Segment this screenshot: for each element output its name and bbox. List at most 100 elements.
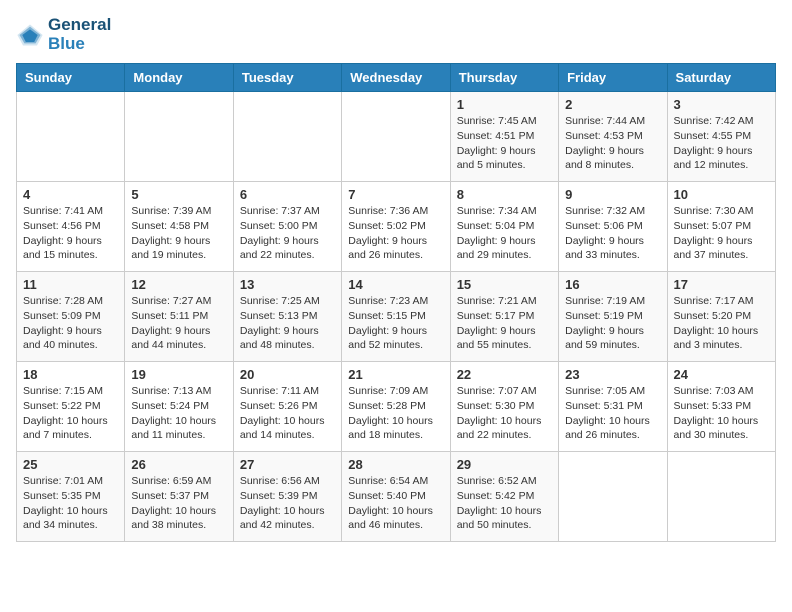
day-number: 6 <box>240 187 335 202</box>
day-info: Sunrise: 7:36 AM Sunset: 5:02 PM Dayligh… <box>348 204 443 263</box>
day-info: Sunrise: 7:45 AM Sunset: 4:51 PM Dayligh… <box>457 114 552 173</box>
calendar-header-row: SundayMondayTuesdayWednesdayThursdayFrid… <box>17 64 776 92</box>
day-info: Sunrise: 6:54 AM Sunset: 5:40 PM Dayligh… <box>348 474 443 533</box>
day-info: Sunrise: 7:42 AM Sunset: 4:55 PM Dayligh… <box>674 114 769 173</box>
day-number: 19 <box>131 367 226 382</box>
calendar-cell <box>233 92 341 182</box>
day-info: Sunrise: 7:01 AM Sunset: 5:35 PM Dayligh… <box>23 474 118 533</box>
day-number: 28 <box>348 457 443 472</box>
day-info: Sunrise: 7:09 AM Sunset: 5:28 PM Dayligh… <box>348 384 443 443</box>
week-row-3: 11Sunrise: 7:28 AM Sunset: 5:09 PM Dayli… <box>17 272 776 362</box>
day-number: 5 <box>131 187 226 202</box>
day-info: Sunrise: 7:15 AM Sunset: 5:22 PM Dayligh… <box>23 384 118 443</box>
calendar-cell <box>17 92 125 182</box>
day-number: 26 <box>131 457 226 472</box>
day-number: 29 <box>457 457 552 472</box>
calendar-table: SundayMondayTuesdayWednesdayThursdayFrid… <box>16 63 776 542</box>
calendar-cell: 12 Sunrise: 7:27 AM Sunset: 5:11 PM Dayli… <box>125 272 233 362</box>
calendar-cell: 25 Sunrise: 7:01 AM Sunset: 5:35 PM Dayli… <box>17 452 125 542</box>
day-number: 12 <box>131 277 226 292</box>
day-number: 11 <box>23 277 118 292</box>
day-info: Sunrise: 7:07 AM Sunset: 5:30 PM Dayligh… <box>457 384 552 443</box>
day-info: Sunrise: 7:30 AM Sunset: 5:07 PM Dayligh… <box>674 204 769 263</box>
calendar-cell: 21 Sunrise: 7:09 AM Sunset: 5:28 PM Dayli… <box>342 362 450 452</box>
calendar-cell: 8Sunrise: 7:34 AM Sunset: 5:04 PM Daylig… <box>450 182 558 272</box>
day-info: Sunrise: 7:39 AM Sunset: 4:58 PM Dayligh… <box>131 204 226 263</box>
day-info: Sunrise: 7:13 AM Sunset: 5:24 PM Dayligh… <box>131 384 226 443</box>
calendar-cell: 20 Sunrise: 7:11 AM Sunset: 5:26 PM Dayli… <box>233 362 341 452</box>
day-number: 14 <box>348 277 443 292</box>
day-number: 16 <box>565 277 660 292</box>
day-info: Sunrise: 7:27 AM Sunset: 5:11 PM Dayligh… <box>131 294 226 353</box>
day-info: Sunrise: 7:19 AM Sunset: 5:19 PM Dayligh… <box>565 294 660 353</box>
day-number: 15 <box>457 277 552 292</box>
calendar-cell <box>125 92 233 182</box>
day-number: 3 <box>674 97 769 112</box>
calendar-cell: 3 Sunrise: 7:42 AM Sunset: 4:55 PM Daylig… <box>667 92 775 182</box>
calendar-cell: 1 Sunrise: 7:45 AM Sunset: 4:51 PM Daylig… <box>450 92 558 182</box>
calendar-cell: 7 Sunrise: 7:36 AM Sunset: 5:02 PM Daylig… <box>342 182 450 272</box>
calendar-cell: 10 Sunrise: 7:30 AM Sunset: 5:07 PM Dayli… <box>667 182 775 272</box>
header-sunday: Sunday <box>17 64 125 92</box>
day-number: 24 <box>674 367 769 382</box>
calendar-cell: 5 Sunrise: 7:39 AM Sunset: 4:58 PM Daylig… <box>125 182 233 272</box>
day-info: Sunrise: 7:41 AM Sunset: 4:56 PM Dayligh… <box>23 204 118 263</box>
calendar-cell: 29 Sunrise: 6:52 AM Sunset: 5:42 PM Dayli… <box>450 452 558 542</box>
day-info: Sunrise: 7:44 AM Sunset: 4:53 PM Dayligh… <box>565 114 660 173</box>
header-thursday: Thursday <box>450 64 558 92</box>
day-number: 4 <box>23 187 118 202</box>
day-number: 20 <box>240 367 335 382</box>
day-info: Sunrise: 6:52 AM Sunset: 5:42 PM Dayligh… <box>457 474 552 533</box>
day-info: Sunrise: 7:25 AM Sunset: 5:13 PM Dayligh… <box>240 294 335 353</box>
day-number: 25 <box>23 457 118 472</box>
header-friday: Friday <box>559 64 667 92</box>
calendar-cell: 11Sunrise: 7:28 AM Sunset: 5:09 PM Dayli… <box>17 272 125 362</box>
day-number: 22 <box>457 367 552 382</box>
calendar-cell: 9 Sunrise: 7:32 AM Sunset: 5:06 PM Daylig… <box>559 182 667 272</box>
header-saturday: Saturday <box>667 64 775 92</box>
day-number: 1 <box>457 97 552 112</box>
day-info: Sunrise: 6:59 AM Sunset: 5:37 PM Dayligh… <box>131 474 226 533</box>
logo: General Blue <box>16 16 111 53</box>
header-wednesday: Wednesday <box>342 64 450 92</box>
calendar-cell: 14 Sunrise: 7:23 AM Sunset: 5:15 PM Dayli… <box>342 272 450 362</box>
day-info: Sunrise: 7:23 AM Sunset: 5:15 PM Dayligh… <box>348 294 443 353</box>
day-number: 2 <box>565 97 660 112</box>
day-number: 18 <box>23 367 118 382</box>
calendar-cell <box>559 452 667 542</box>
day-number: 13 <box>240 277 335 292</box>
day-info: Sunrise: 7:17 AM Sunset: 5:20 PM Dayligh… <box>674 294 769 353</box>
header-tuesday: Tuesday <box>233 64 341 92</box>
week-row-5: 25 Sunrise: 7:01 AM Sunset: 5:35 PM Dayli… <box>17 452 776 542</box>
calendar-cell: 2 Sunrise: 7:44 AM Sunset: 4:53 PM Daylig… <box>559 92 667 182</box>
calendar-cell <box>667 452 775 542</box>
day-info: Sunrise: 7:03 AM Sunset: 5:33 PM Dayligh… <box>674 384 769 443</box>
calendar-cell <box>342 92 450 182</box>
calendar-cell: 22 Sunrise: 7:07 AM Sunset: 5:30 PM Dayli… <box>450 362 558 452</box>
day-number: 21 <box>348 367 443 382</box>
day-number: 9 <box>565 187 660 202</box>
calendar-cell: 4 Sunrise: 7:41 AM Sunset: 4:56 PM Daylig… <box>17 182 125 272</box>
day-info: Sunrise: 7:37 AM Sunset: 5:00 PM Dayligh… <box>240 204 335 263</box>
day-number: 10 <box>674 187 769 202</box>
calendar-cell: 27Sunrise: 6:56 AM Sunset: 5:39 PM Dayli… <box>233 452 341 542</box>
page-header: General Blue <box>16 16 776 53</box>
calendar-cell: 19 Sunrise: 7:13 AM Sunset: 5:24 PM Dayli… <box>125 362 233 452</box>
day-info: Sunrise: 7:11 AM Sunset: 5:26 PM Dayligh… <box>240 384 335 443</box>
day-info: Sunrise: 7:32 AM Sunset: 5:06 PM Dayligh… <box>565 204 660 263</box>
week-row-4: 18 Sunrise: 7:15 AM Sunset: 5:22 PM Dayli… <box>17 362 776 452</box>
logo-text: General Blue <box>48 16 111 53</box>
calendar-cell: 24 Sunrise: 7:03 AM Sunset: 5:33 PM Dayli… <box>667 362 775 452</box>
calendar-cell: 16 Sunrise: 7:19 AM Sunset: 5:19 PM Dayli… <box>559 272 667 362</box>
week-row-2: 4 Sunrise: 7:41 AM Sunset: 4:56 PM Daylig… <box>17 182 776 272</box>
calendar-cell: 26 Sunrise: 6:59 AM Sunset: 5:37 PM Dayli… <box>125 452 233 542</box>
header-monday: Monday <box>125 64 233 92</box>
logo-icon <box>16 21 44 49</box>
calendar-cell: 15 Sunrise: 7:21 AM Sunset: 5:17 PM Dayli… <box>450 272 558 362</box>
day-info: Sunrise: 7:21 AM Sunset: 5:17 PM Dayligh… <box>457 294 552 353</box>
day-number: 7 <box>348 187 443 202</box>
calendar-cell: 17Sunrise: 7:17 AM Sunset: 5:20 PM Dayli… <box>667 272 775 362</box>
day-info: Sunrise: 6:56 AM Sunset: 5:39 PM Dayligh… <box>240 474 335 533</box>
calendar-cell: 28 Sunrise: 6:54 AM Sunset: 5:40 PM Dayli… <box>342 452 450 542</box>
calendar-cell: 23Sunrise: 7:05 AM Sunset: 5:31 PM Dayli… <box>559 362 667 452</box>
